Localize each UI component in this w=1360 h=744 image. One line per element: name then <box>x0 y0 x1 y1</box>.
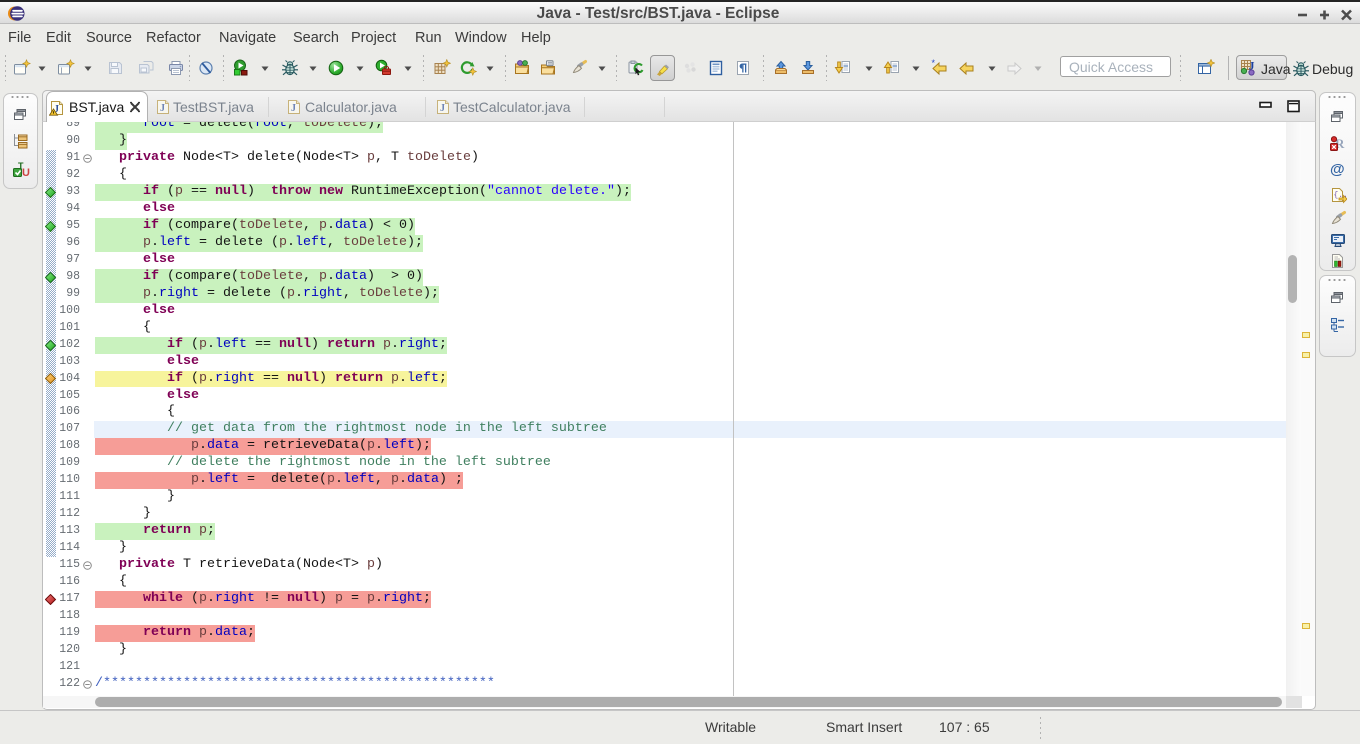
svg-text:*: * <box>932 59 936 68</box>
svg-text:J: J <box>1249 59 1255 73</box>
svg-text:U: U <box>22 167 30 179</box>
svg-text:J: J <box>440 103 445 114</box>
svg-text:J: J <box>291 103 296 114</box>
svg-text:J: J <box>160 103 165 114</box>
